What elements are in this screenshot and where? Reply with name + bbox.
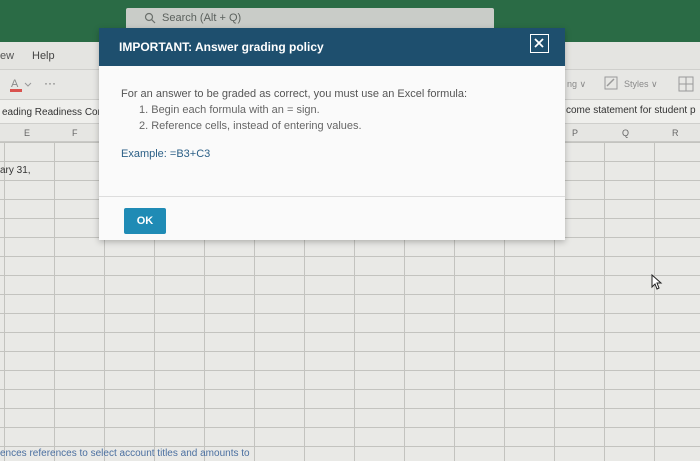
svg-text:A: A — [11, 78, 19, 90]
styles-icon[interactable] — [604, 76, 618, 90]
cell-date-text[interactable]: ary 31, — [0, 165, 31, 176]
font-color-icon[interactable]: A — [8, 76, 32, 94]
search-placeholder: Search (Alt + Q) — [162, 12, 242, 24]
cells-icon[interactable] — [678, 76, 694, 92]
dialog-header: IMPORTANT: Answer grading policy — [99, 28, 565, 66]
column-header-q[interactable]: Q — [622, 128, 629, 138]
number-format-dropdown[interactable]: ng ∨ — [567, 79, 586, 90]
search-box[interactable]: Search (Alt + Q) — [126, 8, 494, 30]
rule-item: 2. Reference cells, instead of entering … — [139, 120, 362, 132]
dialog-intro: For an answer to be graded as correct, y… — [121, 88, 468, 100]
close-button[interactable] — [530, 34, 549, 53]
styles-dropdown[interactable]: Styles ∨ — [624, 79, 658, 90]
column-header-r[interactable]: R — [672, 128, 679, 138]
rule-item: 1. Begin each formula with an = sign. — [139, 104, 320, 116]
mouse-cursor-icon — [651, 274, 663, 290]
close-icon — [534, 38, 544, 48]
ok-button[interactable]: OK — [124, 208, 166, 234]
column-header-e[interactable]: E — [24, 128, 30, 138]
dialog-title: IMPORTANT: Answer grading policy — [119, 40, 324, 54]
tab-view[interactable]: ew — [0, 50, 14, 62]
formula-example: Example: =B3+C3 — [121, 148, 211, 160]
grading-policy-dialog: IMPORTANT: Answer grading policy For an … — [99, 28, 565, 240]
dialog-divider — [99, 196, 565, 197]
instruction-text: ences references to select account title… — [0, 448, 250, 459]
formula-input[interactable]: come statement for student p — [566, 105, 696, 116]
name-box[interactable]: eading Readiness Com — [2, 107, 106, 118]
search-icon — [144, 12, 156, 24]
column-header-f[interactable]: F — [72, 128, 78, 138]
column-header-p[interactable]: P — [572, 128, 578, 138]
more-options-icon[interactable]: ··· — [44, 76, 56, 90]
tab-help[interactable]: Help — [32, 50, 55, 62]
dialog-body: For an answer to be graded as correct, y… — [121, 88, 541, 160]
